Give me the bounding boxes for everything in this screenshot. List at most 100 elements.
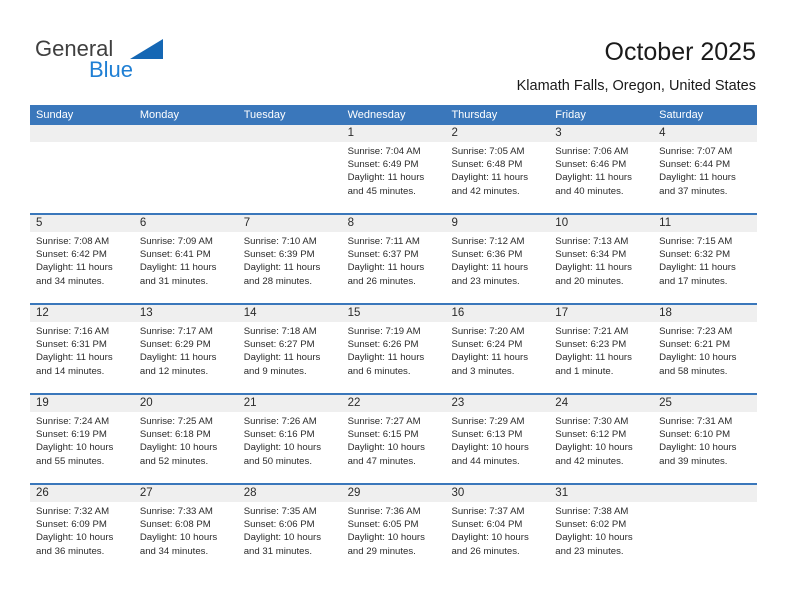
day-number: 23: [445, 395, 550, 412]
day-sun-info: Sunrise: 7:18 AM Sunset: 6:27 PM Daylight:…: [238, 322, 342, 378]
day-number: 31: [549, 485, 654, 502]
day-number: 14: [237, 305, 342, 322]
calendar-day-cell[interactable]: 16 Sunrise: 7:20 AM Sunset: 6:24 PM Dayligh…: [445, 305, 550, 393]
day-sun-info: Sunrise: 7:29 AM Sunset: 6:13 PM Daylight:…: [445, 412, 549, 468]
day-info-daylight1: Daylight: 10 hours: [659, 442, 737, 454]
calendar-day-cell[interactable]: 30 Sunrise: 7:37 AM Sunset: 6:04 PM Dayligh…: [445, 485, 550, 573]
day-info-sunset: Sunset: 6:12 PM: [555, 429, 627, 441]
day-info-sunset: Sunset: 6:37 PM: [347, 249, 419, 261]
day-info-daylight1: Daylight: 11 hours: [659, 262, 736, 274]
day-info-daylight2: and 42 minutes.: [451, 185, 520, 197]
day-sun-info: Sunrise: 7:21 AM Sunset: 6:23 PM Daylight:…: [549, 322, 653, 378]
day-info-sunset: Sunset: 6:13 PM: [451, 429, 523, 441]
day-info-sunrise: Sunrise: 7:25 AM: [139, 416, 213, 427]
calendar-day-cell[interactable]: 21 Sunrise: 7:26 AM Sunset: 6:16 PM Dayligh…: [237, 395, 342, 483]
calendar-day-cell[interactable]: 26 Sunrise: 7:32 AM Sunset: 6:09 PM Dayligh…: [30, 485, 134, 573]
calendar-day-cell[interactable]: 24 Sunrise: 7:30 AM Sunset: 6:12 PM Dayligh…: [549, 395, 654, 483]
day-info-sunset: Sunset: 6:24 PM: [451, 339, 523, 351]
day-info-sunrise: Sunrise: 7:33 AM: [139, 506, 213, 517]
calendar-day-cell[interactable]: 31 Sunrise: 7:38 AM Sunset: 6:02 PM Dayligh…: [549, 485, 654, 573]
day-sun-info: Sunrise: 7:31 AM Sunset: 6:10 PM Daylight:…: [653, 412, 757, 468]
calendar-day-cell[interactable]: 18 Sunrise: 7:23 AM Sunset: 6:21 PM Dayligh…: [653, 305, 758, 393]
weekday-header-monday: Monday: [139, 109, 179, 121]
calendar-day-cell[interactable]: 19 Sunrise: 7:24 AM Sunset: 6:19 PM Dayligh…: [30, 395, 134, 483]
calendar-day-cell[interactable]: 11 Sunrise: 7:15 AM Sunset: 6:32 PM Dayligh…: [653, 215, 758, 303]
day-info-sunset: Sunset: 6:04 PM: [451, 519, 523, 531]
calendar-day-cell[interactable]: 7 Sunrise: 7:10 AM Sunset: 6:39 PM Daylight…: [237, 215, 342, 303]
day-sun-info: Sunrise: 7:17 AM Sunset: 6:29 PM Daylight:…: [134, 322, 238, 378]
day-info-daylight2: and 28 minutes.: [243, 275, 312, 287]
day-number: 11: [653, 215, 758, 232]
calendar-day-cell[interactable]: 27 Sunrise: 7:33 AM Sunset: 6:08 PM Dayligh…: [133, 485, 238, 573]
calendar-day-cell[interactable]: 4 Sunrise: 7:07 AM Sunset: 6:44 PM Daylight…: [653, 125, 758, 213]
day-sun-info: Sunrise: 7:38 AM Sunset: 6:02 PM Daylight:…: [549, 502, 653, 558]
calendar-week-row: 19 Sunrise: 7:24 AM Sunset: 6:19 PM Dayligh…: [30, 393, 758, 483]
day-sun-info: Sunrise: 7:06 AM Sunset: 6:46 PM Daylight:…: [549, 142, 653, 198]
calendar-day-cell[interactable]: 1 Sunrise: 7:04 AM Sunset: 6:49 PM Daylight…: [341, 125, 446, 213]
calendar-day-cell[interactable]: 12 Sunrise: 7:16 AM Sunset: 6:31 PM Dayligh…: [30, 305, 134, 393]
calendar-day-cell[interactable]: 6 Sunrise: 7:09 AM Sunset: 6:41 PM Daylight…: [133, 215, 238, 303]
general-blue-logo[interactable]: General Blue: [35, 36, 235, 86]
calendar-day-cell[interactable]: 23 Sunrise: 7:29 AM Sunset: 6:13 PM Dayligh…: [445, 395, 550, 483]
day-sun-info: Sunrise: 7:37 AM Sunset: 6:04 PM Daylight:…: [445, 502, 549, 558]
calendar-day-cell[interactable]: 25 Sunrise: 7:31 AM Sunset: 6:10 PM Dayligh…: [653, 395, 758, 483]
page-title: October 2025: [604, 38, 757, 66]
day-info-daylight1: Daylight: 11 hours: [555, 172, 632, 184]
day-info-sunrise: Sunrise: 7:29 AM: [451, 416, 525, 427]
weekday-header-wednesday: Wednesday: [347, 109, 406, 121]
day-info-sunrise: Sunrise: 7:37 AM: [451, 506, 525, 517]
day-info-sunrise: Sunrise: 7:09 AM: [139, 236, 213, 247]
day-info-sunrise: Sunrise: 7:12 AM: [451, 236, 525, 247]
day-sun-info: Sunrise: 7:26 AM Sunset: 6:16 PM Daylight:…: [238, 412, 342, 468]
day-number: 30: [445, 485, 550, 502]
calendar-page: General Blue October 2025 Klamath Falls,…: [0, 0, 792, 612]
day-info-sunrise: Sunrise: 7:15 AM: [659, 236, 733, 247]
day-info-daylight2: and 34 minutes.: [139, 545, 209, 557]
day-info-sunset: Sunset: 6:10 PM: [659, 429, 731, 441]
calendar-day-cell[interactable]: 29 Sunrise: 7:36 AM Sunset: 6:05 PM Dayligh…: [341, 485, 446, 573]
day-sun-info: Sunrise: 7:25 AM Sunset: 6:18 PM Daylight:…: [134, 412, 238, 468]
day-info-sunrise: Sunrise: 7:10 AM: [243, 236, 317, 247]
calendar-day-cell[interactable]: 22 Sunrise: 7:27 AM Sunset: 6:15 PM Dayligh…: [341, 395, 446, 483]
day-info-sunrise: Sunrise: 7:30 AM: [555, 416, 629, 427]
calendar-day-cell[interactable]: 28 Sunrise: 7:35 AM Sunset: 6:06 PM Dayligh…: [237, 485, 342, 573]
day-number: 9: [445, 215, 550, 232]
page-subtitle: Klamath Falls, Oregon, United States: [516, 78, 756, 94]
day-info-sunrise: Sunrise: 7:21 AM: [555, 326, 629, 337]
day-info-daylight2: and 29 minutes.: [347, 545, 416, 557]
day-number: [133, 125, 238, 142]
calendar-day-cell[interactable]: 13 Sunrise: 7:17 AM Sunset: 6:29 PM Dayligh…: [133, 305, 238, 393]
day-info-sunset: Sunset: 6:27 PM: [243, 339, 315, 351]
calendar-day-cell[interactable]: 8 Sunrise: 7:11 AM Sunset: 6:37 PM Daylight…: [341, 215, 446, 303]
day-info-sunset: Sunset: 6:05 PM: [347, 519, 419, 531]
day-number: 18: [653, 305, 758, 322]
calendar-day-cell[interactable]: 3 Sunrise: 7:06 AM Sunset: 6:46 PM Daylight…: [549, 125, 654, 213]
day-info-sunrise: Sunrise: 7:08 AM: [36, 236, 110, 247]
calendar-day-cell[interactable]: 20 Sunrise: 7:25 AM Sunset: 6:18 PM Dayligh…: [133, 395, 238, 483]
day-info-daylight2: and 26 minutes.: [451, 545, 520, 557]
calendar-day-cell[interactable]: 9 Sunrise: 7:12 AM Sunset: 6:36 PM Daylight…: [445, 215, 550, 303]
day-info-sunrise: Sunrise: 7:19 AM: [347, 326, 421, 337]
day-number: 16: [445, 305, 550, 322]
day-number: 26: [30, 485, 134, 502]
calendar-day-cell[interactable]: 2 Sunrise: 7:05 AM Sunset: 6:48 PM Daylight…: [445, 125, 550, 213]
day-info-sunset: Sunset: 6:49 PM: [347, 159, 419, 171]
day-info-daylight2: and 47 minutes.: [347, 455, 416, 467]
day-info-sunset: Sunset: 6:26 PM: [347, 339, 419, 351]
day-info-sunset: Sunset: 6:09 PM: [36, 519, 107, 531]
day-info-daylight1: Daylight: 11 hours: [659, 172, 736, 184]
calendar-day-cell[interactable]: 17 Sunrise: 7:21 AM Sunset: 6:23 PM Dayligh…: [549, 305, 654, 393]
day-info-sunset: Sunset: 6:19 PM: [36, 429, 107, 441]
calendar-day-cell[interactable]: 15 Sunrise: 7:19 AM Sunset: 6:26 PM Dayligh…: [341, 305, 446, 393]
day-info-sunset: Sunset: 6:06 PM: [243, 519, 315, 531]
triangle-icon: [130, 39, 163, 59]
day-info-sunrise: Sunrise: 7:36 AM: [347, 506, 421, 517]
day-number: 1: [341, 125, 446, 142]
day-info-daylight2: and 31 minutes.: [243, 545, 312, 557]
day-number: 27: [133, 485, 238, 502]
day-number: 17: [549, 305, 654, 322]
calendar-day-cell[interactable]: 14 Sunrise: 7:18 AM Sunset: 6:27 PM Dayligh…: [237, 305, 342, 393]
calendar-day-cell[interactable]: 10 Sunrise: 7:13 AM Sunset: 6:34 PM Dayligh…: [549, 215, 654, 303]
day-info-daylight1: Daylight: 11 hours: [36, 262, 113, 274]
calendar-day-cell[interactable]: 5 Sunrise: 7:08 AM Sunset: 6:42 PM Daylight…: [30, 215, 134, 303]
